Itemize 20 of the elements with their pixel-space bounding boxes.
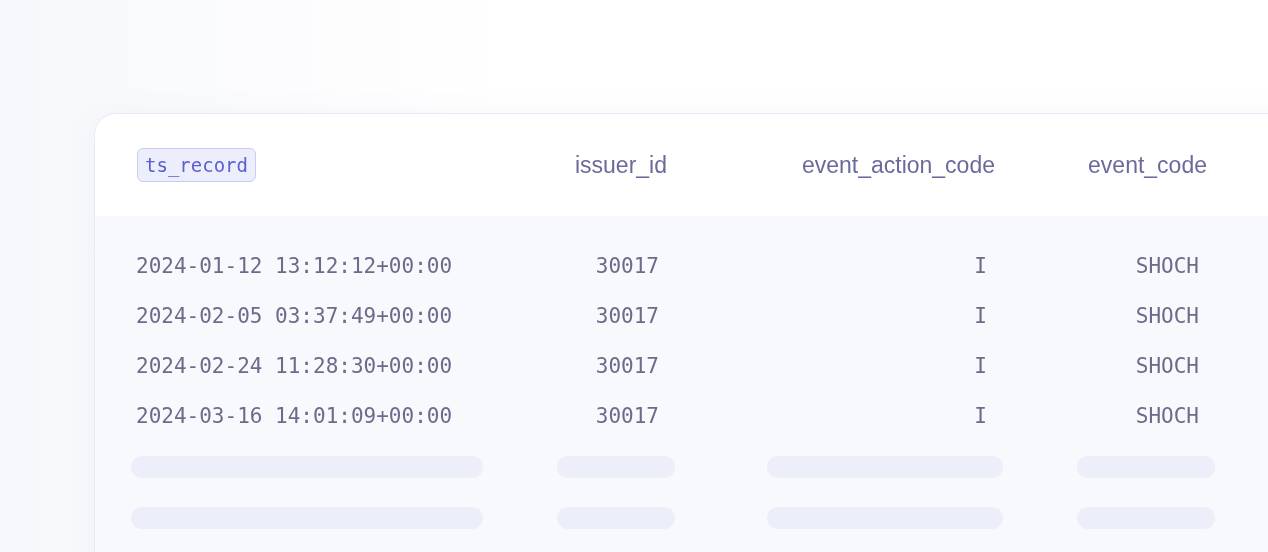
table-cell-text: SHOCH bbox=[1135, 354, 1200, 378]
table-cell-text: 30017 bbox=[595, 304, 660, 328]
table-cell-text: SHOCH bbox=[1135, 404, 1200, 428]
table-cell-text: 2024-02-24 11:28:30+00:00 bbox=[135, 354, 453, 378]
table-cell-text: 2024-01-12 13:12:12+00:00 bbox=[135, 254, 453, 278]
table-cell-text: 30017 bbox=[595, 404, 660, 428]
table-cell-text: 2024-03-16 14:01:09+00:00 bbox=[135, 404, 453, 428]
table-cell-text: 2024-02-05 03:37:49+00:00 bbox=[135, 304, 453, 328]
table-cell-text: I bbox=[974, 254, 988, 278]
table-cell-text: 30017 bbox=[595, 254, 660, 278]
column-header[interactable]: ts_record bbox=[137, 148, 256, 182]
table-cell-text: I bbox=[974, 404, 988, 428]
table-cell-text: I bbox=[974, 304, 988, 328]
table-cell-text: 30017 bbox=[595, 354, 660, 378]
table-cell-text: SHOCH bbox=[1135, 304, 1200, 328]
table-cell-text: I bbox=[974, 354, 988, 378]
column-header[interactable]: event_code bbox=[1088, 151, 1215, 179]
table-cell-text: SHOCH bbox=[1135, 254, 1200, 278]
column-header[interactable]: event_action_code bbox=[801, 151, 1003, 179]
column-header[interactable]: issuer_id bbox=[574, 151, 675, 179]
